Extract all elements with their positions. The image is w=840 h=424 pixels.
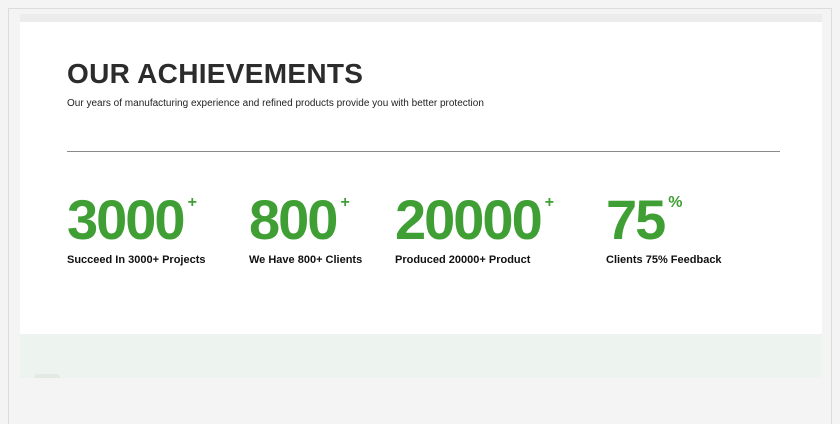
stat-projects: 3000 + Succeed In 3000+ Projects: [67, 188, 206, 267]
stat-value: 800: [249, 188, 338, 251]
stat-value: 75: [606, 188, 666, 251]
section-title: OUR ACHIEVEMENTS: [67, 58, 364, 89]
stat-value: 3000: [67, 188, 186, 251]
stat-value: 20000: [395, 188, 543, 251]
stat-label: Clients 75% Feedback: [606, 254, 722, 266]
divider: [67, 151, 780, 152]
achievements-section: OUR ACHIEVEMENTS Our years of manufactur…: [20, 22, 822, 334]
stat-suffix: +: [187, 194, 197, 211]
stat-feedback: 75% Clients 75% Feedback: [606, 188, 722, 267]
stat-suffix: +: [544, 194, 555, 211]
stat-clients: 800 + We Have 800+ Clients: [249, 188, 362, 267]
stat-products: 20000 + Produced 20000+ Product: [395, 188, 555, 267]
section-subtitle: Our years of manufacturing experience an…: [67, 98, 484, 109]
top-bar: [20, 14, 822, 22]
stat-suffix: +: [340, 194, 350, 211]
next-section-tab: [34, 374, 60, 378]
stat-suffix: %: [668, 194, 683, 211]
next-section-band: [20, 334, 822, 378]
stat-label: Produced 20000+ Product: [395, 254, 531, 266]
stat-label: We Have 800+ Clients: [249, 254, 363, 266]
stat-label: Succeed In 3000+ Projects: [67, 254, 206, 266]
